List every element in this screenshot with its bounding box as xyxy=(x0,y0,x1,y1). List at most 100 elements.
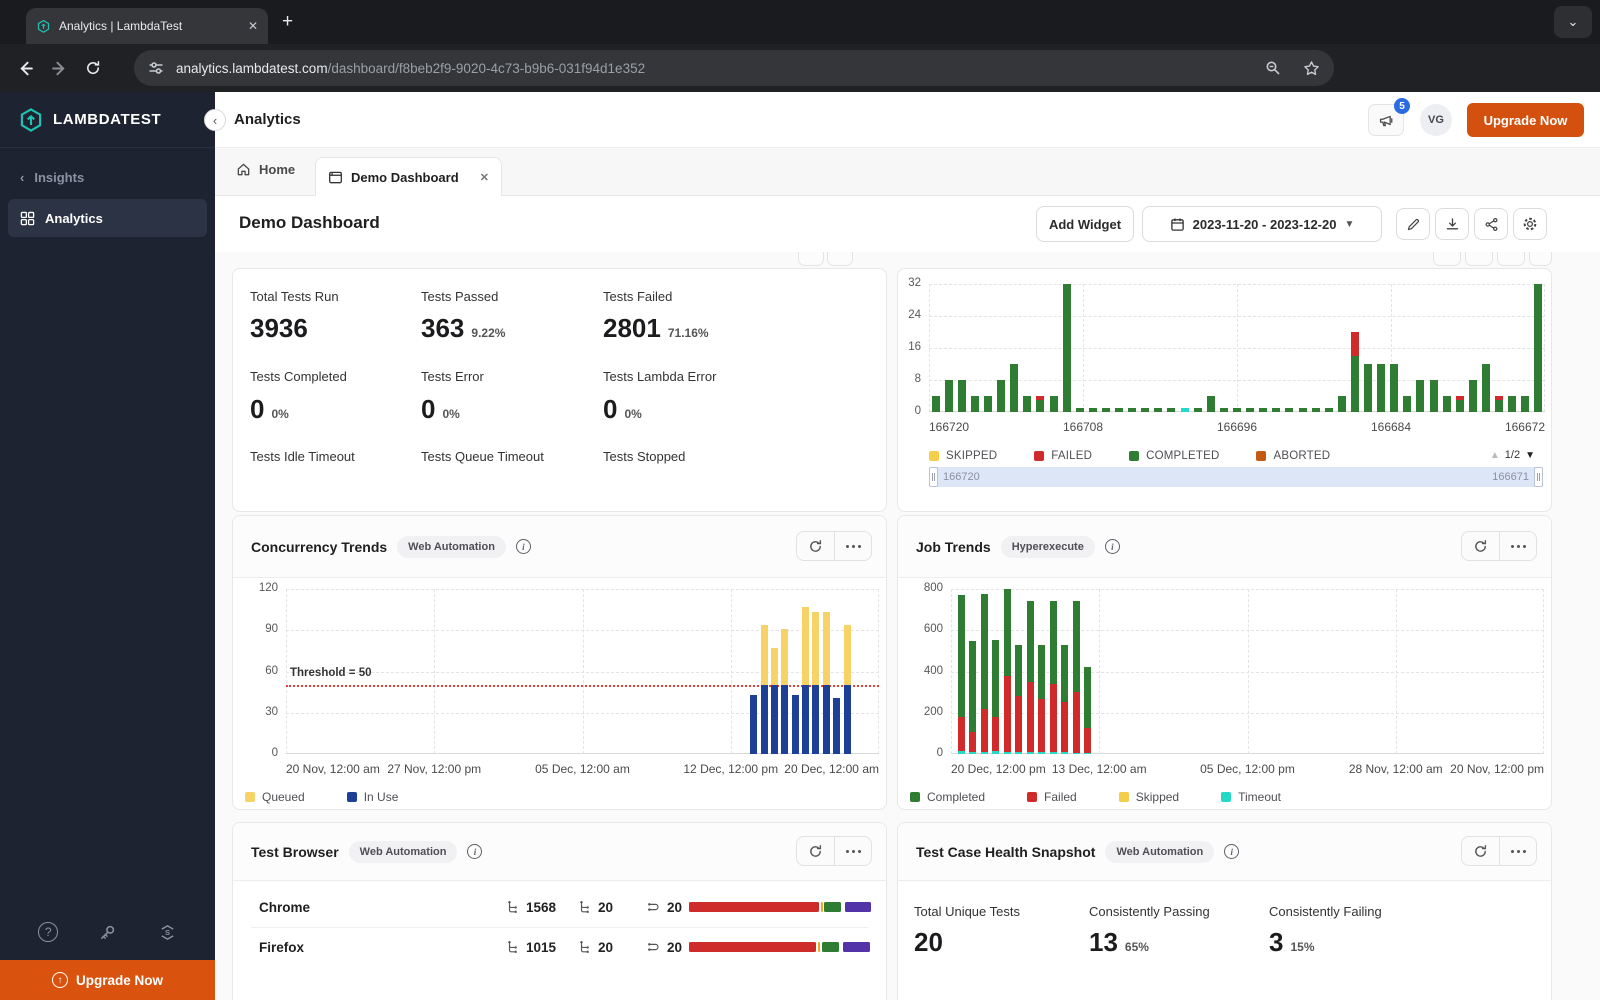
range-slider[interactable]: 166720 166671 xyxy=(929,467,1543,487)
add-widget-button[interactable]: Add Widget xyxy=(1036,206,1134,242)
sidebar-upgrade-button[interactable]: ↑ Upgrade Now xyxy=(0,960,215,1000)
refresh-button[interactable] xyxy=(797,837,834,865)
date-range-label: 2023-11-20 - 2023-12-20 xyxy=(1192,216,1337,232)
legend-item[interactable]: SKIPPED xyxy=(929,450,997,462)
card-title: Concurrency Trends xyxy=(251,538,388,555)
legend-item[interactable]: FAILED xyxy=(1034,450,1092,462)
bar-segment-completed xyxy=(1003,589,1011,676)
settings-button[interactable] xyxy=(1513,208,1547,240)
range-handle-left[interactable] xyxy=(929,467,938,487)
cut-button-fragment xyxy=(1433,252,1461,266)
forward-icon[interactable] xyxy=(42,51,76,85)
plot-area xyxy=(951,589,1544,754)
sidebar-item-label: Analytics xyxy=(45,210,103,226)
legend-item[interactable]: Completed xyxy=(910,790,985,804)
info-icon[interactable]: i xyxy=(467,844,483,859)
more-options-button[interactable] xyxy=(834,532,871,560)
info-icon[interactable]: i xyxy=(515,539,531,554)
info-icon[interactable]: i xyxy=(1224,844,1240,859)
site-settings-icon[interactable] xyxy=(148,60,164,76)
edit-dashboard-button[interactable] xyxy=(1396,208,1430,240)
reload-icon[interactable] xyxy=(76,51,110,85)
bar-segment-completed xyxy=(944,380,953,412)
tab-close-icon[interactable]: ✕ xyxy=(480,171,489,184)
range-handle-right[interactable] xyxy=(1534,467,1543,487)
legend-item[interactable]: Skipped xyxy=(1118,790,1179,804)
date-range-picker[interactable]: 2023-11-20 - 2023-12-20 ▼ xyxy=(1142,206,1382,242)
sidebar-item-analytics[interactable]: Analytics xyxy=(8,199,207,237)
url-bar[interactable]: analytics.lambdatest.com/dashboard/f8beb… xyxy=(134,50,1334,86)
stat-label: Tests Lambda Error xyxy=(603,369,717,384)
stat-value: 0 0% xyxy=(250,394,289,425)
bar-segment-completed xyxy=(970,396,979,412)
bar-segment-in-use xyxy=(822,685,830,754)
sidebar-section-insights[interactable]: ‹ Insights xyxy=(0,148,215,195)
bar-segment-failed xyxy=(1003,675,1011,752)
x-axis-labels: 20 Dec, 12:00 pm 13 Dec, 12:00 am 05 Dec, … xyxy=(951,762,1544,778)
key-icon[interactable] xyxy=(98,923,117,942)
legend-item[interactable]: Timeout xyxy=(1221,790,1281,804)
chevron-left-icon: ‹ xyxy=(20,170,25,185)
bar-segment-queued xyxy=(802,606,810,686)
legend-item[interactable]: Queued xyxy=(245,790,305,804)
card-header: Concurrency Trends Web Automation i xyxy=(233,516,886,578)
bar-segment-failed xyxy=(1495,396,1504,400)
stat-number: 363 xyxy=(421,313,465,343)
badge-web-automation: Web Automation xyxy=(1105,840,1215,863)
refresh-button[interactable] xyxy=(1462,532,1499,560)
x-tick-label: 20 Dec, 12:00 am xyxy=(784,762,879,776)
legend-item[interactable]: ABORTED xyxy=(1256,450,1330,462)
more-options-button[interactable] xyxy=(834,837,871,865)
stack-icon[interactable]: S xyxy=(158,923,177,942)
threshold-line xyxy=(286,685,879,688)
more-options-button[interactable] xyxy=(1499,837,1536,865)
builds-branch-icon xyxy=(578,940,592,954)
bar-segment-timeout xyxy=(980,751,988,754)
legend-item[interactable]: Failed xyxy=(1027,790,1077,804)
range-end-label: 166671 xyxy=(1492,471,1529,483)
bookmark-star-icon[interactable] xyxy=(1303,60,1320,77)
dashboard-window-icon xyxy=(329,171,342,183)
info-icon[interactable]: i xyxy=(1104,539,1120,554)
refresh-button[interactable] xyxy=(1462,837,1499,865)
user-avatar[interactable]: VG xyxy=(1420,104,1452,136)
bar-segment-completed xyxy=(969,640,977,733)
gridline-v xyxy=(951,589,952,754)
share-button[interactable] xyxy=(1474,208,1508,240)
card-header: Test Case Health Snapshot Web Automation… xyxy=(898,823,1551,881)
lambdatest-logo[interactable]: LAMBDATEST xyxy=(0,92,215,148)
download-button[interactable] xyxy=(1435,208,1469,240)
back-icon[interactable] xyxy=(8,51,42,85)
y-tick-label: 120 xyxy=(258,582,278,594)
brand-name: LAMBDATEST xyxy=(53,111,162,128)
upgrade-now-button[interactable]: Upgrade Now xyxy=(1467,103,1584,137)
legend-label: Completed xyxy=(927,790,986,804)
card-title: Test Browser xyxy=(251,843,339,860)
page-down-icon[interactable]: ▼ xyxy=(1525,450,1535,461)
stat-number: 3936 xyxy=(250,313,308,343)
browser-tab[interactable]: Analytics | LambdaTest ✕ xyxy=(26,8,268,44)
bar-segment-completed xyxy=(1206,396,1215,412)
tab-close-icon[interactable]: ✕ xyxy=(248,19,258,33)
x-tick-label: 05 Dec, 12:00 am xyxy=(535,762,630,776)
tab-home[interactable]: Home xyxy=(236,162,295,177)
arrow-up-icon: ↑ xyxy=(51,972,68,988)
page-up-icon[interactable]: ▲ xyxy=(1490,450,1500,461)
tab-search-icon[interactable]: ⌄ xyxy=(1554,6,1592,38)
more-options-button[interactable] xyxy=(1499,532,1536,560)
threshold-label: Threshold = 50 xyxy=(290,667,372,680)
cut-button-fragment xyxy=(1529,252,1552,266)
new-tab-button[interactable]: + xyxy=(282,12,293,31)
find-icon[interactable] xyxy=(1265,60,1281,76)
collapse-sidebar-icon[interactable]: ‹ xyxy=(204,109,226,131)
x-tick-label: 05 Dec, 12:00 pm xyxy=(1200,762,1295,776)
y-tick-label: 90 xyxy=(265,623,278,636)
refresh-button[interactable] xyxy=(797,532,834,560)
build-status-chart: 166720 166708 166696 166684 166672 SKIPPED FA… xyxy=(898,269,1551,511)
legend-item[interactable]: COMPLETED xyxy=(1129,450,1219,462)
tab-demo-dashboard[interactable]: Demo Dashboard ✕ xyxy=(315,157,502,196)
help-icon[interactable]: ? xyxy=(38,922,59,942)
legend-item[interactable]: In Use xyxy=(346,790,398,804)
stat-value: 13 65% xyxy=(1089,927,1149,958)
bar-segment-completed xyxy=(1429,380,1438,412)
